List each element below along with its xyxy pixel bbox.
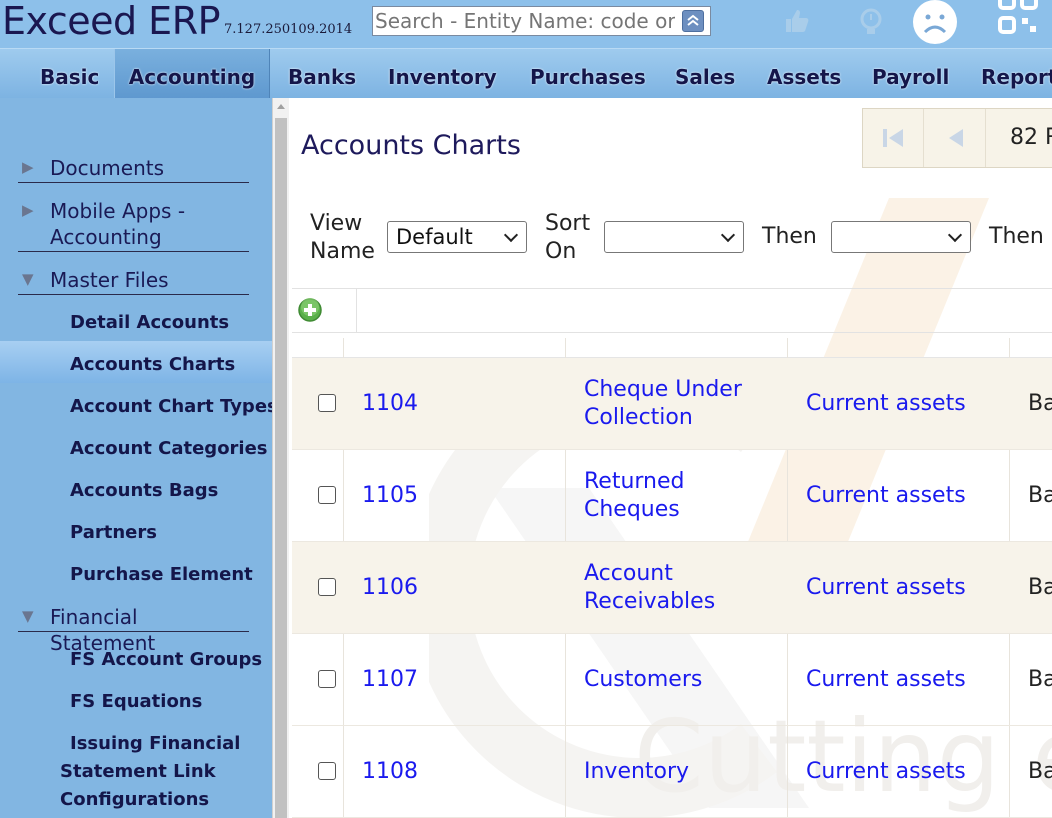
triangle-down-icon: ▼	[22, 607, 34, 625]
first-page-button[interactable]	[863, 109, 924, 167]
app-title: Exceed ERP	[2, 0, 221, 43]
lightbulb-icon[interactable]	[855, 6, 887, 38]
row-checkbox[interactable]	[318, 670, 336, 688]
main-content: Cutting ed Accounts Charts 82 R View Nam…	[289, 98, 1052, 818]
chevron-down-icon	[720, 227, 736, 243]
previous-page-button[interactable]	[923, 109, 986, 167]
account-category-link[interactable]: Current assets	[806, 390, 966, 418]
table-row[interactable]: 1107 Customers Current assets Ba	[292, 634, 1052, 726]
sidebar-item-fs-equations[interactable]: FS Equations	[70, 691, 202, 713]
tab-purchases[interactable]: Purchases	[530, 49, 646, 98]
record-count: 82 R	[1010, 125, 1052, 150]
triangle-down-icon: ▼	[22, 270, 34, 288]
table-row[interactable]: 1106 Account Receivables Current assets …	[292, 542, 1052, 634]
account-name-link[interactable]: Customers	[584, 666, 702, 694]
triangle-right-icon: ▶	[22, 201, 34, 219]
tab-payroll[interactable]: Payroll	[872, 49, 949, 98]
sidebar-scrollbar[interactable]	[272, 98, 289, 818]
search-box[interactable]	[372, 6, 711, 36]
app-version: 7.127.250109.2014	[224, 22, 353, 37]
row-checkbox[interactable]	[318, 486, 336, 504]
tab-basic[interactable]: Basic	[40, 49, 99, 98]
account-category-link[interactable]: Current assets	[806, 666, 966, 694]
double-chevron-up-icon	[687, 14, 699, 26]
triangle-left-icon	[949, 129, 963, 147]
tab-report[interactable]: Report	[981, 49, 1052, 98]
view-name-select[interactable]: Default	[387, 221, 527, 253]
view-name-label: View Name	[310, 211, 375, 264]
sidebar-group-financial-statement[interactable]: ▼ Financial Statement	[18, 604, 249, 655]
grid-header	[292, 338, 1052, 358]
row-checkbox[interactable]	[318, 394, 336, 412]
tab-sales[interactable]: Sales	[675, 49, 735, 98]
sort-on-label: Sort On	[545, 211, 591, 264]
account-extra-cell: Ba	[1028, 391, 1052, 416]
sidebar-group-documents[interactable]: ▶ Documents	[18, 155, 249, 183]
sidebar-group-master-files[interactable]: ▼ Master Files	[18, 267, 249, 295]
sidebar-group-mobile-apps[interactable]: ▶ Mobile Apps - Accounting	[18, 198, 249, 252]
account-name-link[interactable]: Inventory	[584, 758, 689, 786]
pager: 82 R	[862, 108, 1052, 168]
account-code-link[interactable]: 1106	[362, 574, 418, 602]
tab-banks[interactable]: Banks	[288, 49, 356, 98]
account-code-link[interactable]: 1107	[362, 666, 418, 694]
account-category-link[interactable]: Current assets	[806, 482, 966, 510]
tab-accounting[interactable]: Accounting	[114, 49, 270, 98]
sad-face-icon[interactable]	[912, 0, 958, 46]
then-sort-select[interactable]	[831, 221, 971, 253]
sidebar-item-partners[interactable]: Partners	[70, 522, 157, 544]
row-checkbox[interactable]	[318, 762, 336, 780]
account-category-link[interactable]: Current assets	[806, 758, 966, 786]
add-record-button[interactable]	[292, 289, 357, 332]
sidebar: ▶ Documents ▶ Mobile Apps - Accounting ▼…	[0, 98, 278, 818]
sidebar-item-account-chart-types[interactable]: Account Chart Types	[70, 396, 278, 418]
qr-code-icon[interactable]	[998, 0, 1042, 44]
account-code-link[interactable]: 1108	[362, 758, 418, 786]
thumbs-up-icon[interactable]	[782, 6, 812, 36]
table-row[interactable]: 1105 Returned Cheques Current assets Ba	[292, 450, 1052, 542]
account-category-link[interactable]: Current assets	[806, 574, 966, 602]
sidebar-item-account-categories[interactable]: Account Categories	[70, 438, 268, 460]
sidebar-scrollbar-thumb[interactable]	[275, 118, 287, 818]
account-extra-cell: Ba	[1028, 667, 1052, 692]
sort-on-select[interactable]	[604, 221, 744, 253]
account-name-link[interactable]: Returned Cheques	[584, 468, 685, 524]
account-code-link[interactable]: 1105	[362, 482, 418, 510]
account-code-link[interactable]: 1104	[362, 390, 418, 418]
sidebar-item-fs-account-groups[interactable]: FS Account Groups	[70, 649, 262, 671]
sidebar-item-accounts-bags[interactable]: Accounts Bags	[70, 480, 218, 502]
tab-inventory[interactable]: Inventory	[388, 49, 497, 98]
add-circle-icon	[298, 298, 322, 322]
page-title: Accounts Charts	[301, 130, 521, 161]
tab-assets[interactable]: Assets	[767, 49, 841, 98]
grid-toolbar	[292, 288, 1052, 333]
search-input[interactable]	[373, 7, 675, 35]
account-extra-cell: Ba	[1028, 759, 1052, 784]
table-row[interactable]: 1104 Cheque Under Collection Current ass…	[292, 358, 1052, 450]
row-checkbox[interactable]	[318, 578, 336, 596]
chevron-down-icon	[947, 227, 963, 243]
table-row[interactable]: 1108 Inventory Current assets Ba	[292, 726, 1052, 818]
skip-first-icon	[883, 129, 903, 147]
sidebar-item-detail-accounts[interactable]: Detail Accounts	[70, 312, 229, 334]
then-label-2: Then	[989, 224, 1044, 249]
triangle-right-icon: ▶	[22, 158, 34, 176]
search-expand-button[interactable]	[682, 10, 704, 32]
top-bar: Exceed ERP 7.127.250109.2014	[0, 0, 1052, 48]
scroll-up-arrow-icon[interactable]	[277, 104, 285, 109]
main-nav: Basic Accounting Banks Inventory Purchas…	[0, 48, 1052, 98]
sidebar-item-purchase-element[interactable]: Purchase Element	[70, 564, 253, 586]
account-extra-cell: Ba	[1028, 483, 1052, 508]
sidebar-item-accounts-charts[interactable]: Accounts Charts	[70, 354, 235, 376]
then-label-1: Then	[762, 224, 817, 249]
chevron-down-icon	[503, 227, 519, 243]
account-name-link[interactable]: Account Receivables	[584, 560, 715, 616]
account-extra-cell: Ba	[1028, 575, 1052, 600]
account-name-link[interactable]: Cheque Under Collection	[584, 376, 742, 432]
